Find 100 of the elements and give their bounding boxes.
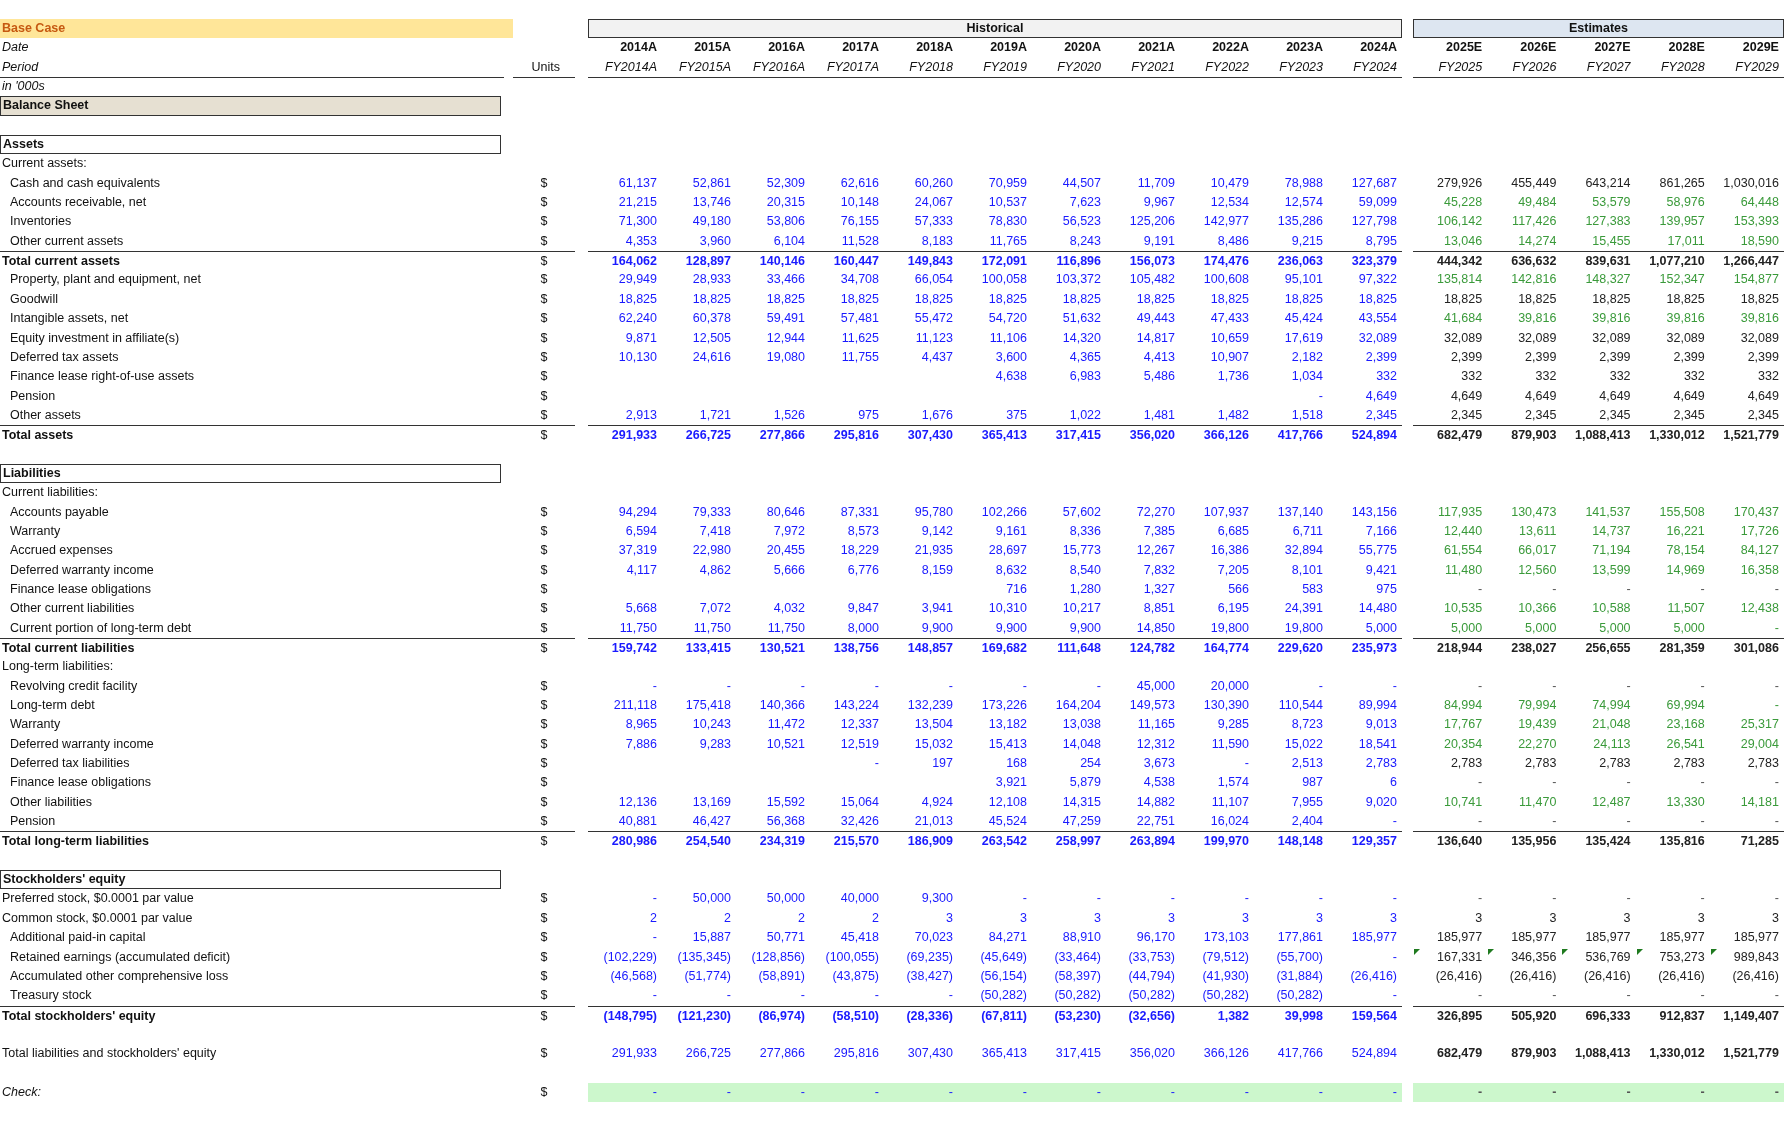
table-cell-text: -: [651, 929, 658, 947]
table-cell-text: 15,064: [839, 793, 880, 811]
table-cell-text: 1,330,012: [1648, 1045, 1706, 1063]
table-cell-text: 97,322: [1357, 271, 1398, 289]
table-cell: 135,816: [1635, 831, 1710, 852]
table-cell-text: 14,181: [1739, 793, 1780, 811]
table-cell-text: 3: [1315, 909, 1324, 927]
row-label: Total current liabilities: [0, 638, 513, 658]
table-cell-text: -: [1551, 774, 1558, 792]
table-cell-text: 643,214: [1584, 174, 1632, 192]
table-cell-text: 11,107: [1210, 793, 1250, 811]
table-cell-text: 72,270: [1135, 503, 1176, 521]
table-cell-text: 18,825: [1517, 290, 1558, 308]
table-cell-text: (26,416): [1657, 967, 1706, 985]
table-cell-text: 29,004: [1739, 735, 1780, 753]
table-cell-text: 2,345: [1364, 406, 1398, 424]
table-cell-text: 110,544: [1277, 697, 1324, 715]
table-cell-text: 9,900: [920, 619, 954, 637]
unit-cell-text: $: [539, 890, 549, 908]
unit-cell-text: $: [539, 522, 549, 540]
table-cell-text: 61,554: [1442, 542, 1484, 560]
table-cell-text: 127,383: [1584, 213, 1632, 231]
table-cell-text: 8,336: [1068, 522, 1102, 540]
column-header: FY2017A: [810, 57, 884, 78]
table-cell-text: 125,206: [1128, 213, 1176, 231]
table-cell-text: 7,166: [1364, 522, 1398, 540]
table-cell-text: -: [947, 677, 954, 695]
table-cell-text: -: [873, 755, 880, 773]
table-cell-text: (50,282): [1053, 987, 1102, 1005]
table-cell-text: 14,048: [1061, 735, 1102, 753]
table-cell-text: 26,541: [1665, 735, 1706, 753]
table-cell-text: 2,404: [1290, 813, 1324, 831]
table-cell-text: 8,243: [1068, 232, 1102, 250]
table-cell-text: -: [1551, 813, 1558, 831]
table-cell-text: 14,882: [1135, 793, 1176, 811]
table-cell-text: 49,443: [1135, 310, 1176, 328]
table-cell-text: 20,000: [1209, 677, 1250, 695]
table-cell-text: -: [1391, 677, 1398, 695]
table-cell-text: 127,798: [1350, 213, 1398, 231]
table-cell-text: 18,825: [913, 290, 954, 308]
table-cell: (53,230): [1032, 1005, 1106, 1026]
table-cell-text: 70,023: [913, 929, 954, 947]
table-cell-text: -: [1699, 774, 1706, 792]
table-cell-text: -: [1773, 890, 1780, 908]
table-cell-text: 55,472: [913, 310, 954, 328]
table-cell-text: 135,814: [1436, 271, 1484, 289]
table-cell-text: 1,721: [698, 406, 732, 424]
table-cell: 156,073: [1106, 251, 1180, 272]
table-cell-text: 4,353: [624, 232, 658, 250]
unit-cell-text: $: [539, 793, 549, 811]
table-cell-text: 10,243: [691, 716, 732, 734]
table-cell-text: 117,935: [1436, 503, 1484, 521]
column-group-header: Estimates: [1413, 19, 1784, 39]
table-cell: 164,774: [1180, 638, 1254, 658]
table-cell-text: 53,579: [1591, 194, 1632, 212]
table-cell-text: (46,568): [609, 967, 658, 985]
table-cell-text: 13,611: [1518, 522, 1558, 540]
table-cell: -: [736, 1082, 810, 1103]
table-cell-text: 14,737: [1591, 522, 1632, 540]
section-header: Assets: [0, 135, 501, 155]
table-cell-text: 18,825: [839, 290, 880, 308]
unit-cell-text: $: [539, 987, 549, 1005]
table-cell-text: 50,771: [765, 929, 806, 947]
column-header: FY2029: [1709, 57, 1784, 78]
table-cell-text: -: [1477, 813, 1484, 831]
row-label: Finance lease obligations: [9, 580, 153, 598]
unit-cell-text: $: [539, 310, 549, 328]
table-cell-text: -: [725, 677, 732, 695]
table-cell-text: 307,430: [906, 1045, 954, 1063]
unit-cell: $: [513, 638, 575, 658]
table-cell-text: 103,372: [1054, 271, 1102, 289]
row-label: Deferred tax assets: [9, 348, 120, 366]
table-cell: (58,510): [810, 1005, 884, 1026]
table-cell-text: 18,541: [1357, 735, 1398, 753]
table-cell-text: 2,345: [1449, 406, 1484, 424]
table-cell-text: 7,955: [1290, 793, 1324, 811]
table-cell-text: 2,783: [1672, 755, 1706, 773]
table-cell: 266,725: [662, 425, 736, 446]
unit-cell-text: $: [539, 387, 549, 405]
table-cell-text: (128,856): [750, 948, 806, 966]
table-cell: 164,062: [588, 251, 662, 272]
table-cell-text: 7,418: [698, 522, 732, 540]
column-group-header: Historical: [588, 19, 1402, 39]
table-cell: (67,811): [958, 1005, 1032, 1026]
table-cell-text: 170,437: [1732, 503, 1780, 521]
unit-cell: $: [513, 425, 575, 446]
table-cell-text: 69,994: [1665, 697, 1706, 715]
table-cell-text: -: [1391, 890, 1398, 908]
table-cell-text: (69,235): [905, 948, 954, 966]
table-cell-text: 143,156: [1350, 503, 1398, 521]
table-cell-text: 9,967: [1142, 194, 1176, 212]
row-label: Common stock, $0.0001 par value: [1, 909, 194, 927]
table-cell-text: 78,988: [1283, 174, 1324, 192]
table-cell-text: 84,127: [1739, 542, 1780, 560]
table-cell: 682,479: [1413, 425, 1488, 446]
table-cell-text: 987: [1301, 774, 1324, 792]
row-label: Cash and cash equivalents: [9, 174, 162, 192]
table-cell-text: 524,894: [1350, 1045, 1398, 1063]
table-cell-text: -: [1317, 387, 1324, 405]
table-cell: 236,063: [1254, 251, 1328, 272]
